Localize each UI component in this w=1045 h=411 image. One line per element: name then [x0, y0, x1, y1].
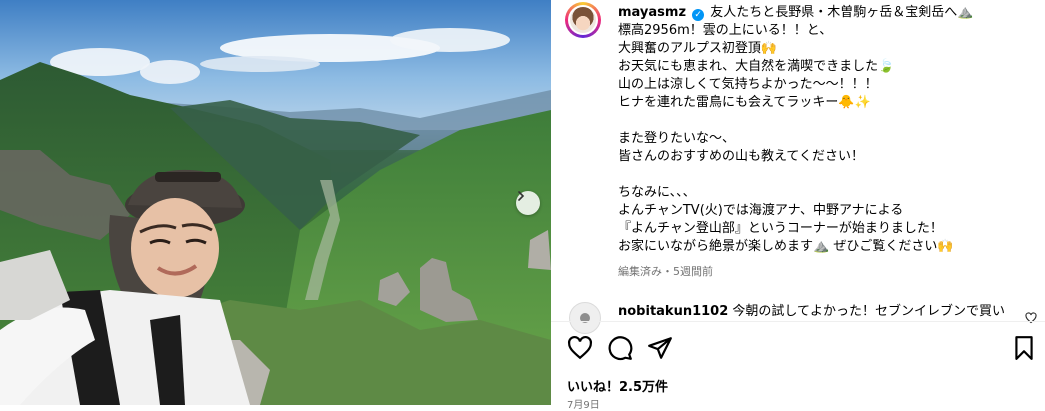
caption-line: 『よんチャン登山部』というコーナーが始まりました！ [618, 221, 943, 236]
post-date[interactable]: 7月9日 [567, 396, 600, 411]
commenter-username[interactable]: nobitakun1102 [618, 304, 728, 319]
comment-bubble-icon[interactable] [607, 335, 633, 361]
caption-line: お天気にも恵まれ、大自然を満喫できました🍃 [618, 59, 895, 74]
post-details-panel: mayasmz ✓ 友人たちと長野県・木曽駒ヶ岳＆宝剣岳へ⛰️ 標高2956m！… [551, 0, 1045, 411]
verified-badge-icon: ✓ [692, 9, 705, 21]
caption-line: お家にいながら絶景が楽しめます⛰️ ぜひご覧ください🙌 [618, 239, 954, 254]
caption-line: 友人たちと長野県・木曽駒ヶ岳＆宝剣岳へ⛰️ [710, 5, 974, 20]
comment-item: nobitakun1102 今朝の試してよかった！セブンイレブンで買い [565, 300, 1037, 334]
commenter-avatar[interactable] [569, 302, 601, 334]
caption-line: ちなみに、、、 [618, 185, 696, 200]
post-photo[interactable] [0, 0, 551, 405]
post-edited-timestamp: 編集済み・5週間前 [618, 265, 713, 278]
chevron-right-icon [518, 191, 525, 201]
comment-text: 今朝の試してよかった！セブンイレブンで買い [732, 304, 1006, 319]
section-divider [551, 321, 1045, 322]
caption-line: 山の上は涼しくて気持ちよかった〜〜！！！ [618, 77, 878, 92]
avatar-image [570, 7, 596, 33]
caption-line: 標高2956m！雲の上にいる！！と、 [618, 23, 833, 38]
heart-icon[interactable] [567, 335, 593, 361]
caption-line: 皆さんのおすすめの山も教えてください！ [618, 149, 864, 164]
comment-heart-icon[interactable] [1025, 312, 1037, 324]
paper-plane-icon[interactable] [647, 335, 673, 361]
bookmark-icon[interactable] [1011, 335, 1037, 361]
comment-body: nobitakun1102 今朝の試してよかった！セブンイレブンで買い [618, 303, 1028, 321]
like-count[interactable]: いいね！2.5万件 [567, 376, 668, 395]
carousel-next-button[interactable] [516, 191, 540, 215]
caption-line: ヒナを連れた雷鳥にも会えてラッキー🐥✨ [618, 95, 871, 110]
author-username[interactable]: mayasmz [618, 5, 686, 20]
mountain-selfie-image [0, 0, 551, 405]
caption-line: また登りたいな〜、 [618, 131, 736, 146]
author-avatar[interactable] [565, 2, 601, 38]
post-actions [565, 335, 1035, 361]
post-caption: mayasmz ✓ 友人たちと長野県・木曽駒ヶ岳＆宝剣岳へ⛰️ 標高2956m！… [618, 4, 1028, 256]
caption-line: 大興奮のアルプス初登頂🙌 [618, 41, 778, 56]
caption-line: よんチャンTV(火)では海渡アナ、中野アナによる [618, 203, 904, 218]
